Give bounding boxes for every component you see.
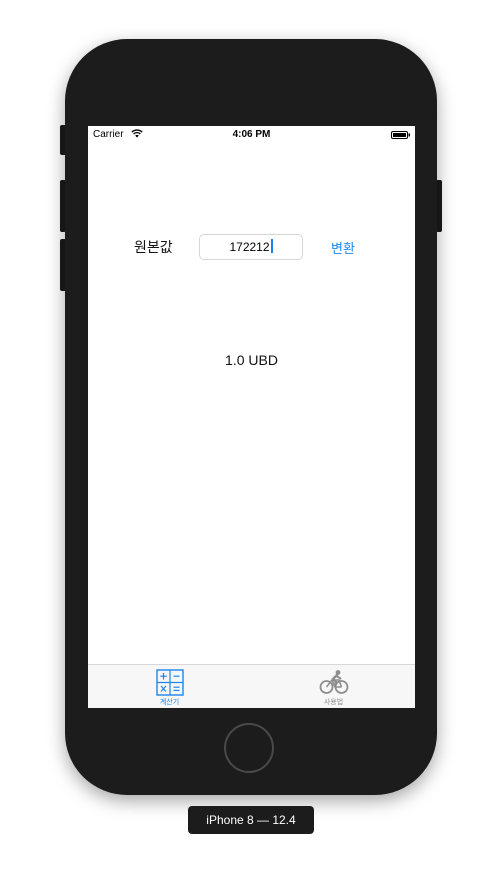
battery-icon — [391, 131, 410, 139]
home-button[interactable] — [224, 723, 274, 773]
status-time: 4:06 PM — [232, 129, 271, 140]
bicycle-icon — [319, 669, 349, 700]
convert-button[interactable]: 변환 — [331, 238, 355, 257]
tab-bar: 계산기 사용법 — [88, 664, 415, 708]
original-value-label: 원본값 — [134, 239, 173, 255]
app-screen: Carrier 4:06 PM 원본값 172212 변환 1.0 UBD 계산… — [88, 126, 415, 708]
input-text: 172212 — [229, 240, 270, 254]
tab-usage[interactable]: 사용법 — [252, 665, 415, 708]
original-value-input[interactable]: 172212 — [199, 234, 303, 260]
tab-calculator-label: 계산기 — [159, 699, 180, 706]
device-label: iPhone 8 — 12.4 — [188, 806, 314, 834]
tab-usage-label: 사용법 — [323, 699, 344, 706]
text-caret — [270, 239, 273, 253]
simulator-window: Carrier 4:06 PM 원본값 172212 변환 1.0 UBD 계산… — [0, 0, 502, 870]
result-label: 1.0 UBD — [225, 352, 278, 368]
status-bar: Carrier 4:06 PM — [88, 126, 415, 144]
tab-calculator[interactable]: 계산기 — [88, 665, 251, 708]
